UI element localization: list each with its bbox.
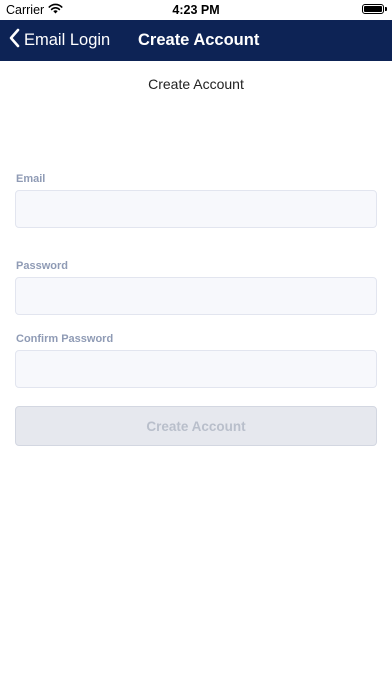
chevron-left-icon (8, 28, 20, 53)
nav-title: Create Account (138, 31, 260, 49)
confirm-password-field[interactable] (15, 350, 377, 388)
password-label: Password (16, 260, 68, 272)
battery-icon (362, 4, 384, 14)
battery-tip (385, 7, 387, 11)
navigation-bar: Email Login Create Account (0, 20, 392, 61)
page-heading: Create Account (148, 76, 244, 92)
create-account-button[interactable]: Create Account (15, 406, 377, 446)
back-button-label: Email Login (24, 31, 111, 49)
email-field[interactable] (15, 190, 377, 228)
back-button[interactable]: Email Login (8, 20, 110, 61)
password-field[interactable] (15, 277, 377, 315)
status-bar: Carrier 4:23 PM (0, 0, 392, 20)
email-label: Email (16, 173, 46, 185)
confirm-password-label: Confirm Password (16, 333, 114, 345)
clock: 4:23 PM (172, 3, 220, 17)
